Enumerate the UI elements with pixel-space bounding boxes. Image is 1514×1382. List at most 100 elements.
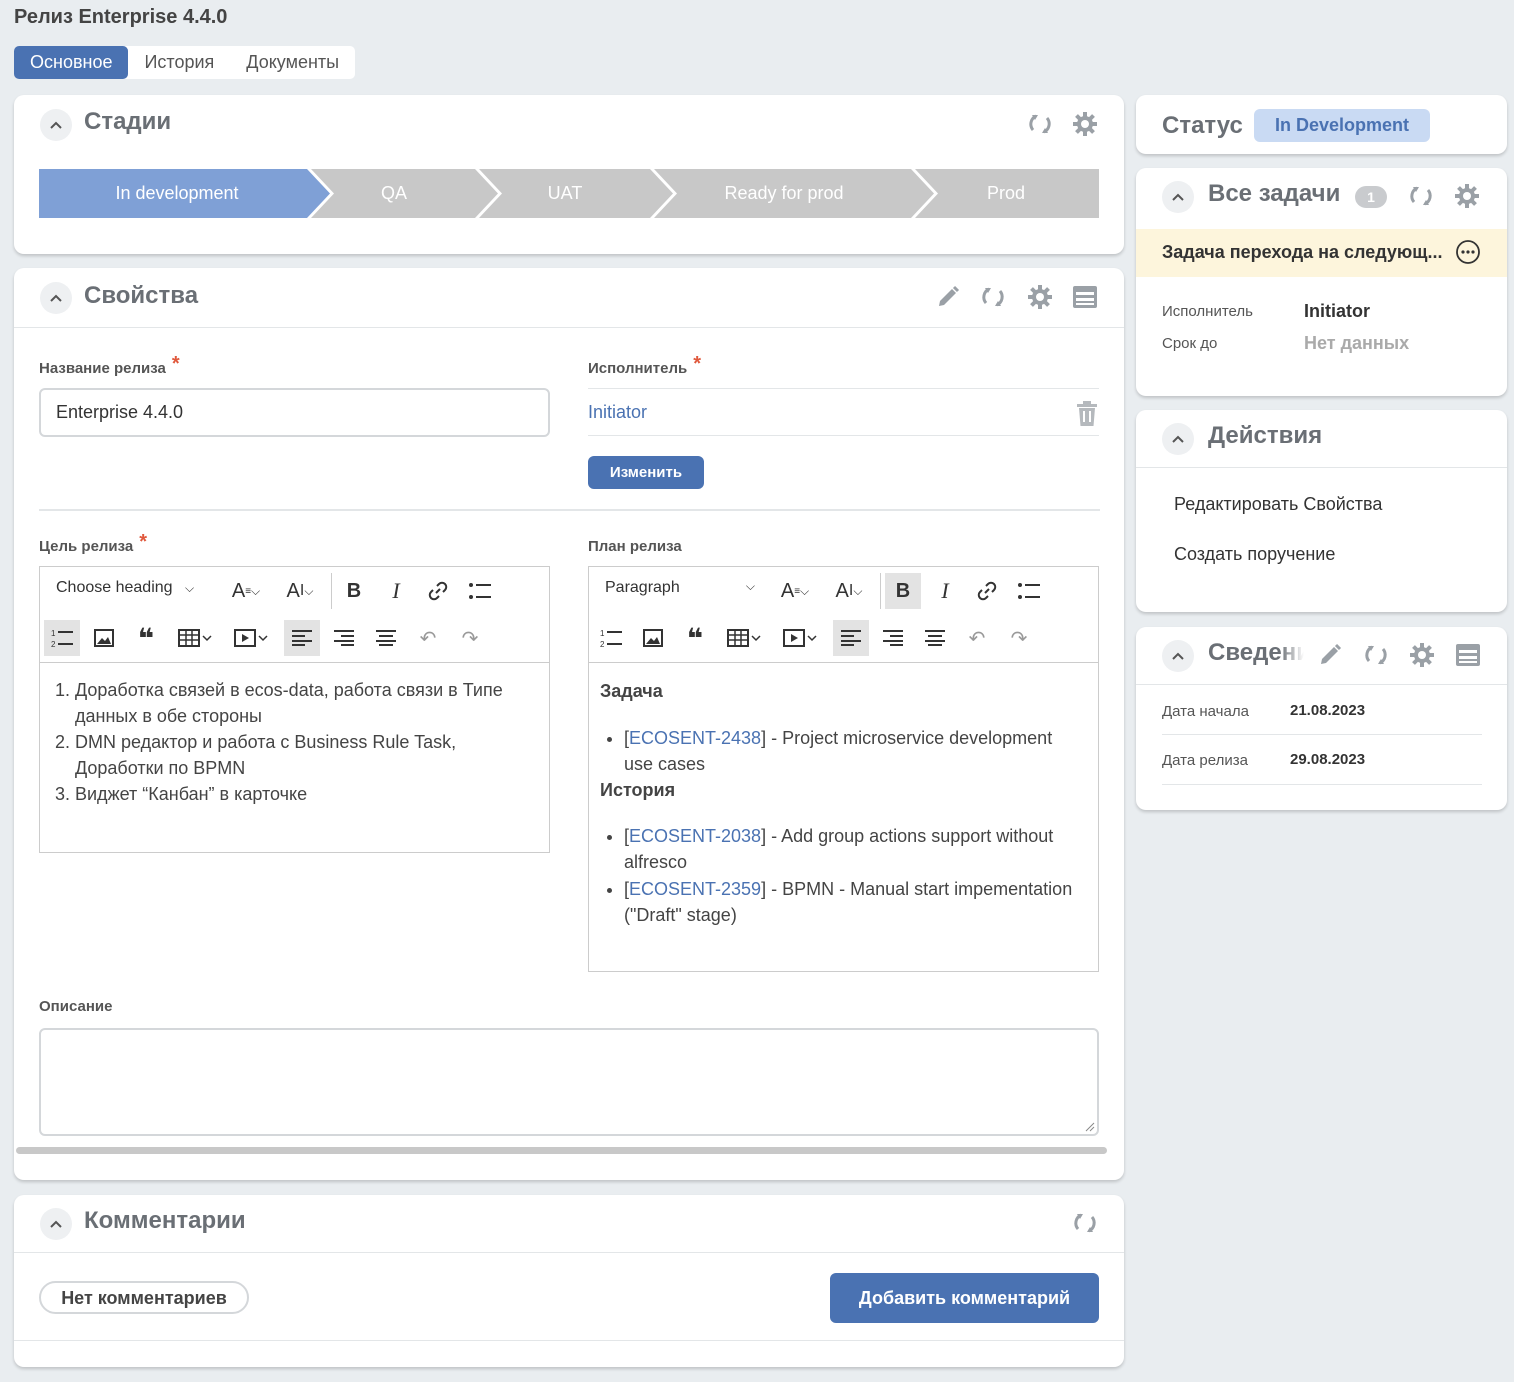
panel-title: Комментарии bbox=[84, 1207, 246, 1234]
pencil-icon[interactable] bbox=[1316, 641, 1344, 669]
comments-panel: Комментарии Нет комментариев Добавить ко… bbox=[14, 1195, 1124, 1367]
undo-icon[interactable]: ↶ bbox=[410, 620, 446, 656]
quote-icon[interactable]: ❝ bbox=[128, 620, 164, 656]
link-icon[interactable] bbox=[420, 573, 456, 609]
resize-handle-icon bbox=[1085, 1122, 1095, 1132]
refresh-icon[interactable] bbox=[1407, 182, 1435, 210]
chevron-up-icon bbox=[50, 294, 62, 302]
stages-panel: Стадии In development QA UAT Ready for p… bbox=[14, 95, 1124, 254]
align-center-icon[interactable] bbox=[368, 620, 404, 656]
change-button[interactable]: Изменить bbox=[588, 456, 704, 489]
align-center-icon[interactable] bbox=[917, 620, 953, 656]
image-icon[interactable] bbox=[635, 620, 671, 656]
redo-icon[interactable]: ↷ bbox=[452, 620, 488, 656]
refresh-icon[interactable] bbox=[1071, 1209, 1099, 1237]
refresh-icon[interactable] bbox=[979, 283, 1007, 311]
tab-history[interactable]: История bbox=[128, 46, 230, 79]
stage-ready-for-prod[interactable]: Ready for prod bbox=[673, 169, 895, 218]
divider bbox=[1162, 784, 1482, 785]
link-icon[interactable] bbox=[969, 573, 1005, 609]
list-item: Доработка связей в ecos-data, работа свя… bbox=[75, 677, 535, 729]
tab-documents[interactable]: Документы bbox=[230, 46, 355, 79]
font-size-icon[interactable]: A ≡ ⌵ bbox=[224, 573, 268, 609]
heading-select[interactable]: Choose heading ⌵ bbox=[56, 579, 194, 603]
chevron-up-icon bbox=[1172, 435, 1184, 443]
font-family-icon[interactable]: A I ⌵ bbox=[827, 573, 871, 609]
align-right-icon[interactable] bbox=[875, 620, 911, 656]
refresh-icon[interactable] bbox=[1026, 110, 1054, 138]
collapse-button[interactable] bbox=[40, 282, 72, 314]
collapse-button[interactable] bbox=[1162, 181, 1194, 213]
issue-link[interactable]: ECOSENT-2359 bbox=[629, 879, 761, 899]
media-icon[interactable] bbox=[777, 620, 823, 656]
table-icon[interactable] bbox=[172, 620, 218, 656]
image-icon[interactable] bbox=[86, 620, 122, 656]
numbered-list-icon[interactable]: 12 bbox=[44, 620, 80, 656]
font-family-icon[interactable]: A I ⌵ bbox=[278, 573, 322, 609]
horizontal-scrollbar[interactable] bbox=[16, 1147, 1107, 1154]
media-icon[interactable] bbox=[228, 620, 274, 656]
plan-content[interactable]: Задача [ECOSENT-2438] - Project microser… bbox=[600, 678, 1080, 928]
assignee-link[interactable]: Initiator bbox=[588, 402, 647, 423]
goal-editor[interactable]: Choose heading ⌵ A≡⌵ AI⌵ B I 12 ❝ ↶ ↷ До… bbox=[39, 566, 550, 853]
more-options-icon[interactable] bbox=[1456, 240, 1480, 264]
issue-link[interactable]: ECOSENT-2038 bbox=[629, 826, 761, 846]
stage-in-development[interactable]: In development bbox=[39, 169, 315, 218]
release-name-value: Enterprise 4.4.0 bbox=[56, 402, 184, 422]
chevron-up-icon bbox=[50, 121, 62, 129]
align-left-icon[interactable] bbox=[284, 620, 320, 656]
pencil-icon[interactable] bbox=[934, 283, 962, 311]
release-date-label: Дата релиза bbox=[1162, 752, 1248, 769]
action-edit-properties[interactable]: Редактировать Свойства bbox=[1174, 494, 1382, 515]
stage-qa[interactable]: QA bbox=[329, 169, 459, 218]
bullet-list-icon[interactable] bbox=[1011, 573, 1047, 609]
stage-uat[interactable]: UAT bbox=[497, 169, 633, 218]
collapse-button[interactable] bbox=[40, 1208, 72, 1240]
release-name-input[interactable]: Enterprise 4.4.0 bbox=[39, 388, 550, 437]
undo-icon[interactable]: ↶ bbox=[959, 620, 995, 656]
section2-list: [ECOSENT-2038] - Add group actions suppo… bbox=[600, 823, 1080, 928]
plan-editor[interactable]: Paragraph⌵ A≡⌵ AI⌵ B I 12 ❝ ↶ ↷ Задача [… bbox=[588, 566, 1099, 972]
align-left-icon[interactable] bbox=[833, 620, 869, 656]
action-create-assignment[interactable]: Создать поручение bbox=[1174, 544, 1335, 565]
redo-icon[interactable]: ↷ bbox=[1001, 620, 1037, 656]
description-textarea[interactable] bbox=[39, 1028, 1099, 1136]
chevron-down-icon: ⌵ bbox=[185, 581, 195, 595]
italic-icon[interactable]: I bbox=[378, 573, 414, 609]
font-size-icon[interactable]: A ≡ ⌵ bbox=[773, 573, 817, 609]
goal-content[interactable]: Доработка связей в ecos-data, работа свя… bbox=[75, 677, 535, 807]
align-right-icon[interactable] bbox=[326, 620, 362, 656]
section-title: Задача bbox=[600, 681, 663, 701]
collapse-button[interactable] bbox=[1162, 640, 1194, 672]
tab-main[interactable]: Основное bbox=[14, 46, 129, 79]
divider bbox=[1162, 734, 1482, 735]
gear-icon[interactable] bbox=[1408, 641, 1436, 669]
heading-select[interactable]: Paragraph ⌵ bbox=[605, 579, 755, 603]
list-icon[interactable] bbox=[1454, 641, 1482, 669]
bold-icon[interactable]: B bbox=[885, 573, 921, 609]
bullet-list-icon[interactable] bbox=[462, 573, 498, 609]
chevron-up-icon bbox=[1172, 193, 1184, 201]
issue-link[interactable]: ECOSENT-2438 bbox=[629, 728, 761, 748]
task-row[interactable]: Задача перехода на следующ... bbox=[1136, 229, 1507, 277]
collapse-button[interactable] bbox=[40, 109, 72, 141]
tasks-panel: Все задачи 1 Задача перехода на следующ.… bbox=[1136, 168, 1507, 396]
gear-icon[interactable] bbox=[1071, 110, 1099, 138]
gear-icon[interactable] bbox=[1026, 283, 1054, 311]
quote-icon[interactable]: ❝ bbox=[677, 620, 713, 656]
list-icon[interactable] bbox=[1071, 283, 1099, 311]
status-panel: Статус In Development bbox=[1136, 95, 1507, 154]
stage-prod[interactable]: Prod bbox=[933, 169, 1079, 218]
trash-icon[interactable] bbox=[1075, 401, 1099, 427]
table-icon[interactable] bbox=[721, 620, 767, 656]
status-label: Статус bbox=[1162, 112, 1243, 139]
add-comment-button[interactable]: Добавить комментарий bbox=[830, 1273, 1099, 1323]
italic-icon[interactable]: I bbox=[927, 573, 963, 609]
properties-panel: Свойства Название релиза * Enterprise 4.4… bbox=[14, 268, 1124, 1180]
numbered-list-icon[interactable]: 12 bbox=[593, 620, 629, 656]
bold-icon[interactable]: B bbox=[336, 573, 372, 609]
collapse-button[interactable] bbox=[1162, 423, 1194, 455]
refresh-icon[interactable] bbox=[1362, 641, 1390, 669]
gear-icon[interactable] bbox=[1453, 182, 1481, 210]
task-title[interactable]: Задача перехода на следующ... bbox=[1162, 242, 1442, 263]
